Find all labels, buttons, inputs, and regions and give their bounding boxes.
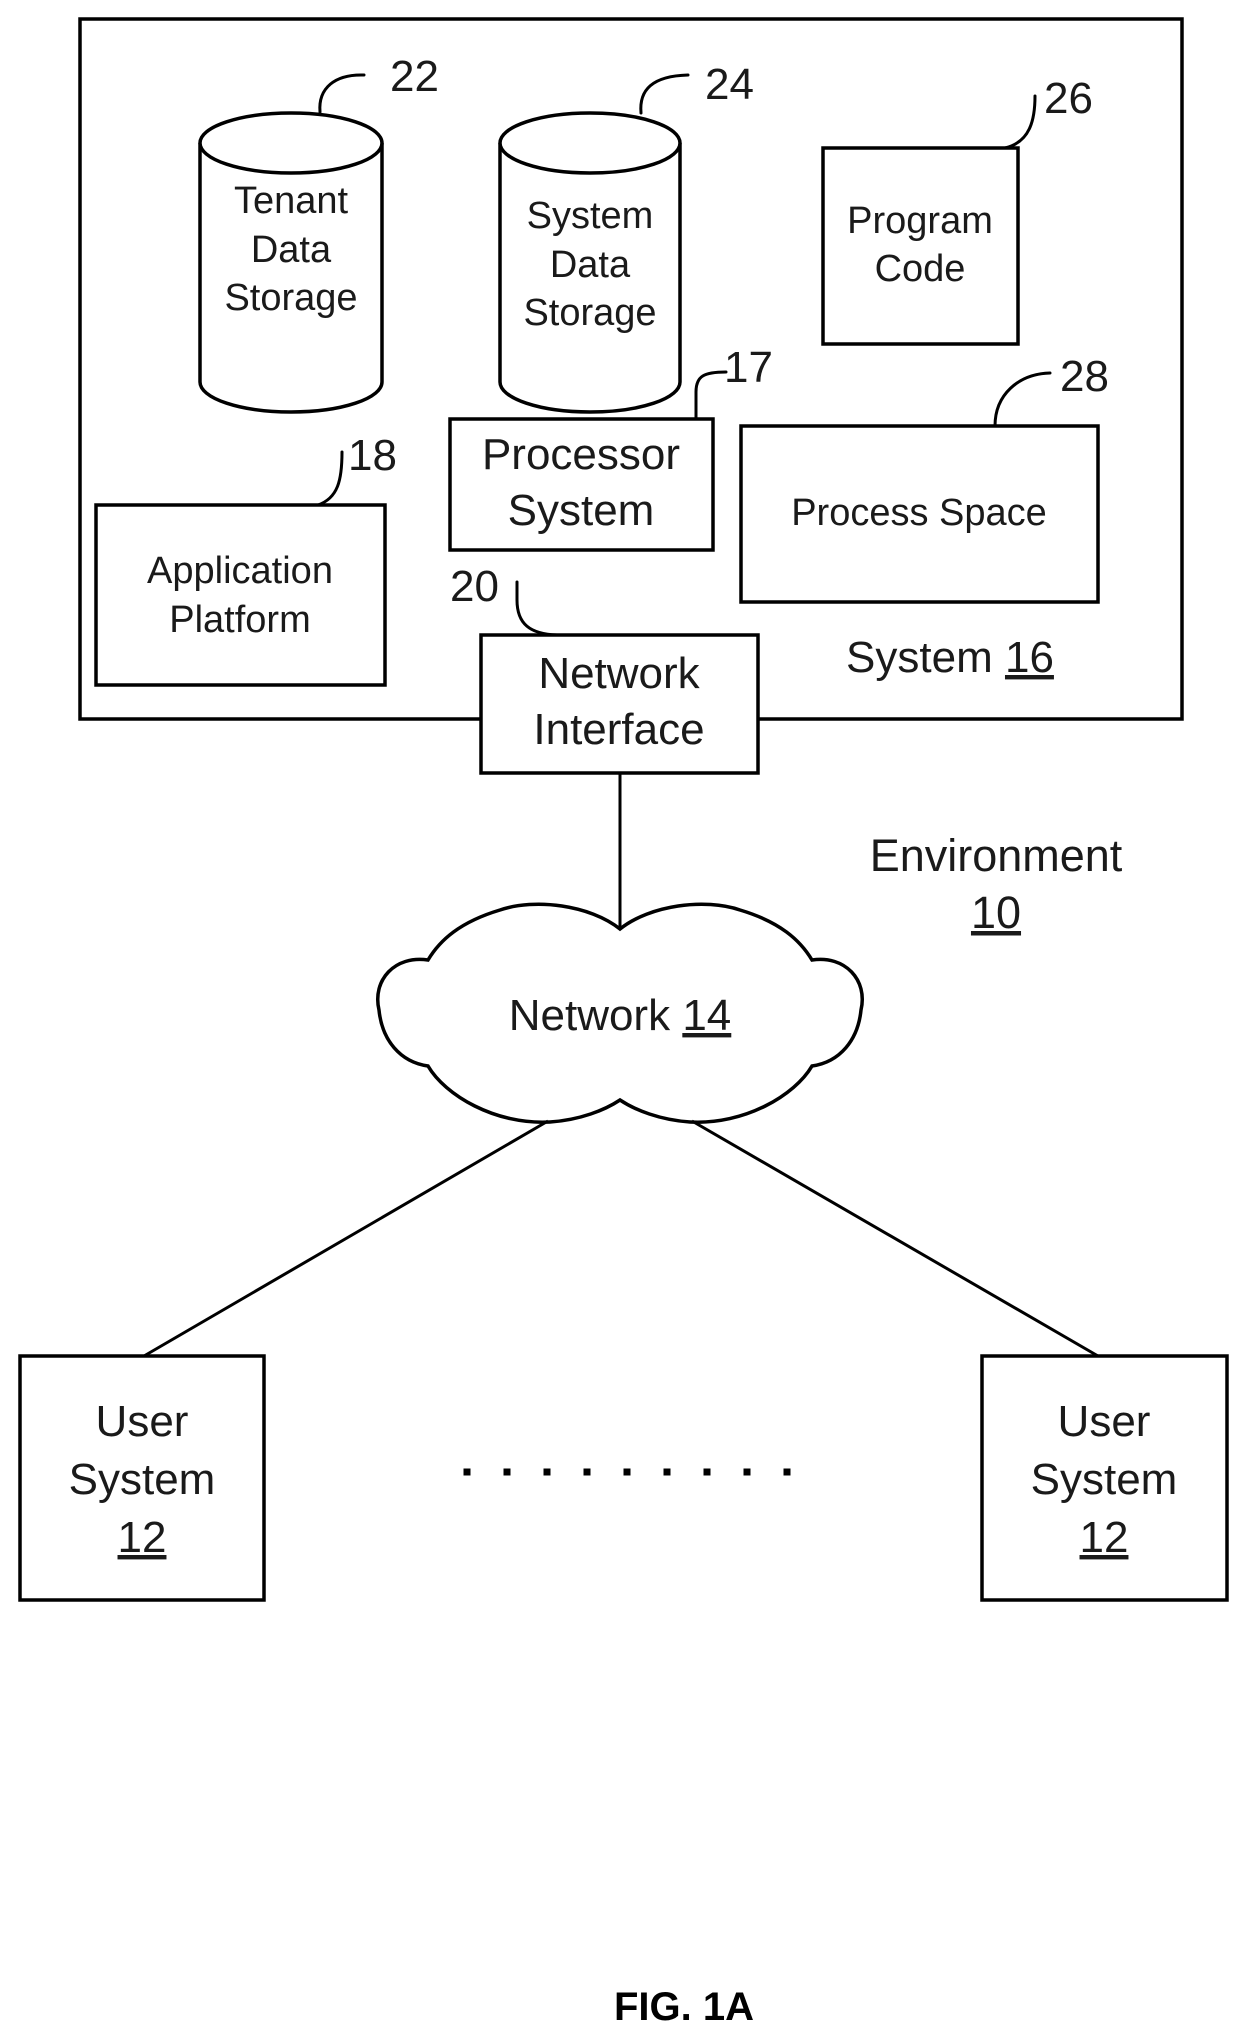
user-system-left-label-line2: System bbox=[69, 1455, 216, 1504]
ref-number-20: 20 bbox=[450, 562, 499, 611]
ref-number-18: 18 bbox=[348, 431, 397, 480]
tenant-data-storage-label-line1: Tenant bbox=[234, 180, 349, 222]
ref-number-22: 22 bbox=[390, 52, 439, 101]
system-data-storage-label-line3: Storage bbox=[523, 292, 656, 334]
application-platform-label-line2: Platform bbox=[169, 599, 310, 641]
system-data-storage-label-line2: Data bbox=[550, 244, 631, 286]
program-code-label-line1: Program bbox=[847, 200, 993, 242]
ellipsis-dot bbox=[663, 1468, 671, 1476]
system-data-storage-label-line1: System bbox=[527, 195, 654, 237]
program-code-box bbox=[821, 146, 1020, 346]
ellipsis-dot bbox=[783, 1468, 791, 1476]
processor-system-label-line1: Processor bbox=[482, 430, 680, 479]
ref-number-28: 28 bbox=[1060, 352, 1109, 401]
connector-network-to-user-system-left bbox=[143, 1119, 549, 1358]
ref-number-26: 26 bbox=[1044, 74, 1093, 123]
program-code-label-line2: Code bbox=[875, 248, 966, 290]
cylinder-top bbox=[498, 111, 682, 175]
network-interface-label-line2: Interface bbox=[533, 705, 704, 754]
network-label-text: Network bbox=[509, 991, 671, 1040]
user-system-right-label-line1: User bbox=[1058, 1397, 1151, 1446]
network-label: Network 14 bbox=[509, 991, 732, 1040]
application-platform-box bbox=[94, 503, 387, 687]
user-system-left-ref-number: 12 bbox=[118, 1513, 167, 1562]
cylinder-top bbox=[198, 111, 384, 175]
ref-number-17: 17 bbox=[724, 343, 773, 392]
user-system-left-label-line1: User bbox=[96, 1397, 189, 1446]
ellipsis-dot bbox=[703, 1468, 711, 1476]
user-system-right-label-line2: System bbox=[1031, 1455, 1178, 1504]
ellipsis-dot bbox=[543, 1468, 551, 1476]
ellipsis-dot bbox=[503, 1468, 511, 1476]
ellipsis-dot bbox=[623, 1468, 631, 1476]
ellipsis-dots bbox=[463, 1468, 791, 1476]
user-system-right-ref-number: 12 bbox=[1080, 1513, 1129, 1562]
ellipsis-dot bbox=[463, 1468, 471, 1476]
processor-system-label-line2: System bbox=[508, 486, 655, 535]
system-data-storage-cylinder: System Data Storage bbox=[498, 111, 682, 414]
ref-number-24: 24 bbox=[705, 60, 754, 109]
system-ref-number: 16 bbox=[1005, 633, 1054, 682]
environment-label: Environment bbox=[870, 830, 1123, 881]
network-interface-label-line1: Network bbox=[538, 649, 700, 698]
process-space-label: Process Space bbox=[791, 492, 1047, 534]
tenant-data-storage-label-line3: Storage bbox=[224, 277, 357, 319]
environment-ref-number: 10 bbox=[971, 887, 1021, 938]
system-16-label: System 16 bbox=[846, 633, 1054, 682]
ellipsis-dot bbox=[583, 1468, 591, 1476]
network-ref-number: 14 bbox=[682, 991, 731, 1040]
ellipsis-dot bbox=[743, 1468, 751, 1476]
environment-diagram: Tenant Data Storage 22 System Data Stora… bbox=[18, 17, 1229, 2029]
tenant-data-storage-cylinder: Tenant Data Storage bbox=[198, 111, 384, 414]
figure-caption: FIG. 1A bbox=[614, 1985, 754, 2029]
tenant-data-storage-label-line2: Data bbox=[251, 229, 332, 271]
application-platform-label-line1: Application bbox=[147, 550, 333, 592]
system-label-text: System bbox=[846, 633, 993, 682]
connector-network-to-user-system-right bbox=[691, 1119, 1099, 1358]
